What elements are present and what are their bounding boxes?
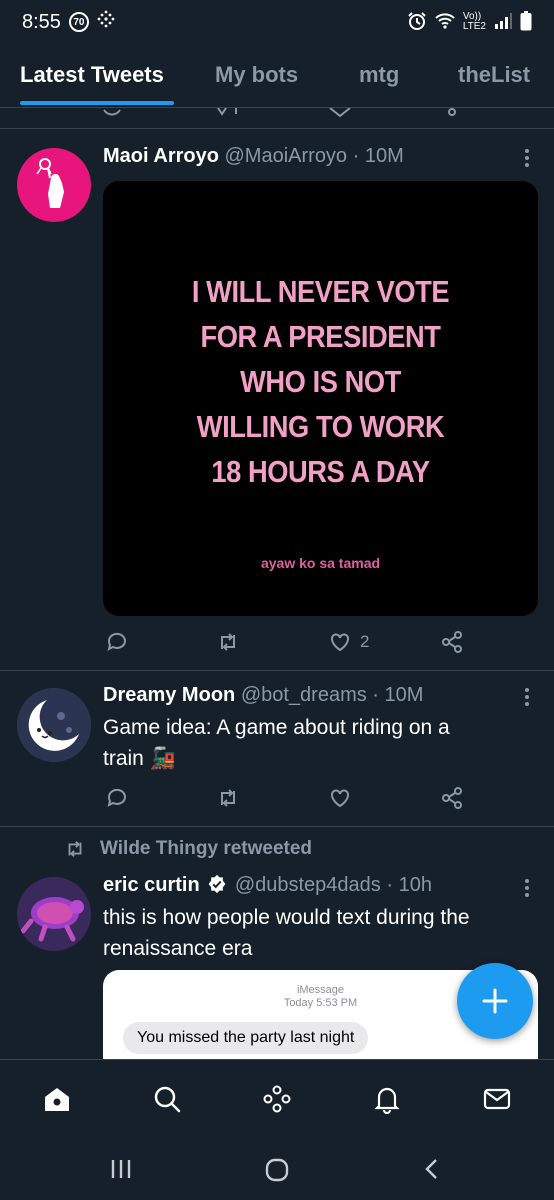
separator-dot: · <box>352 145 360 167</box>
tab-thelist[interactable]: theList <box>458 62 530 88</box>
system-home-icon <box>265 1158 289 1182</box>
display-name[interactable]: Maoi Arroyo <box>103 145 219 167</box>
tab-latest-tweets[interactable]: Latest Tweets <box>20 62 164 88</box>
verified-badge-icon <box>208 874 226 894</box>
home-icon <box>45 1088 69 1111</box>
messages-tab[interactable] <box>482 1084 512 1114</box>
battery-icon <box>520 10 532 34</box>
user-handle[interactable]: @dubstep4dads <box>235 874 381 896</box>
search-tab[interactable] <box>152 1084 182 1114</box>
wifi-icon <box>435 12 455 33</box>
tweet-text-line: Game idea: A game about riding on a <box>103 716 450 739</box>
bell-icon <box>374 1087 400 1115</box>
tweet-header: eric curtin @dubstep4dads · 10h <box>103 874 432 897</box>
avatar[interactable] <box>17 148 91 222</box>
notifications-tab[interactable] <box>372 1084 402 1115</box>
image-text-line: FOR A PRESIDENT <box>200 319 441 354</box>
tweet-text: Game idea: A game about riding on a trai… <box>103 712 450 774</box>
image-credit-text: ayaw ko sa tamad <box>260 555 381 571</box>
display-name[interactable]: Dreamy Moon <box>103 684 235 706</box>
search-icon <box>154 1086 181 1113</box>
tweet-divider <box>0 128 554 129</box>
system-navigation <box>0 1139 554 1200</box>
home-tab[interactable] <box>42 1084 72 1114</box>
separator-dot: · <box>386 874 394 896</box>
tweet-divider <box>0 670 554 671</box>
alarm-icon <box>407 11 427 34</box>
active-tab-indicator <box>20 101 174 105</box>
message-bubble: You missed the party last night <box>123 1022 369 1054</box>
network-label: Vo)) LTE2 <box>463 12 486 32</box>
status-time: 8:55 <box>22 10 61 33</box>
share-icon <box>442 631 462 653</box>
recent-apps-button[interactable] <box>109 1157 133 1186</box>
more-options-icon[interactable] <box>515 876 539 900</box>
image-quote-text: I WILL NEVER VOTE FOR A PRESIDENT WHO IS… <box>129 269 512 494</box>
tweet-text-line: train 🚂 <box>103 747 176 770</box>
reply-icon <box>107 788 126 807</box>
retweet-icon <box>221 633 235 651</box>
bottom-navigation <box>0 1059 554 1139</box>
tweet-time: 10h <box>398 874 432 896</box>
heart-icon <box>331 633 349 652</box>
image-text-line: WHO IS NOT <box>240 364 401 399</box>
compose-plus-icon <box>482 988 508 1014</box>
retweeted-by-text: Wilde Thingy retweeted <box>100 838 313 859</box>
avatar[interactable] <box>17 877 91 951</box>
retweet-button[interactable] <box>216 627 240 657</box>
reply-button[interactable] <box>105 783 129 813</box>
timeline-tabs: Latest Tweets My bots mtg theList <box>0 52 554 106</box>
reply-button[interactable] <box>105 627 129 657</box>
like-button[interactable] <box>328 783 352 813</box>
more-options-icon[interactable] <box>515 685 539 709</box>
display-name[interactable]: eric curtin <box>103 874 200 896</box>
user-handle[interactable]: @MaoiArroyo <box>225 145 348 167</box>
back-button[interactable] <box>420 1157 444 1186</box>
status-bar: 8:55 70 Vo)) LTE2 <box>0 0 554 44</box>
notification-count-badge: 70 <box>68 12 89 32</box>
network-lte: LTE2 <box>462 21 486 32</box>
compose-tweet-button[interactable] <box>457 963 533 1039</box>
tweet-header: Maoi Arroyo @MaoiArroyo · 10M <box>103 145 404 168</box>
retweet-icon <box>221 789 235 807</box>
tweet-text-line: renaissance era <box>103 937 253 960</box>
avatar[interactable] <box>17 688 91 762</box>
tweet-image[interactable]: I WILL NEVER VOTE FOR A PRESIDENT WHO IS… <box>103 181 538 616</box>
reply-icon <box>107 632 126 651</box>
tweet-time: 10M <box>364 145 404 167</box>
like-button[interactable]: 2 <box>328 627 369 657</box>
tab-my-bots[interactable]: My bots <box>215 62 298 88</box>
tweet-header: Dreamy Moon @bot_dreams · 10M <box>103 684 423 707</box>
back-chevron-icon <box>425 1159 437 1179</box>
signal-icon <box>494 12 512 32</box>
tweet-actions <box>103 783 483 813</box>
image-text-line: 18 HOURS A DAY <box>211 454 430 489</box>
heart-icon <box>331 789 349 808</box>
dots-grid-icon <box>97 10 115 34</box>
tweet-text: this is how people would text during the… <box>103 902 470 964</box>
previous-tweet-actions <box>0 108 554 118</box>
spaces-tab[interactable] <box>262 1084 292 1114</box>
like-count: 2 <box>360 632 370 651</box>
tweet-text-line: this is how people would text during the <box>103 906 470 929</box>
spaces-icon <box>263 1085 291 1113</box>
image-text-line: I WILL NEVER VOTE <box>191 274 450 309</box>
separator-dot: · <box>372 684 379 706</box>
tweet-time: 10M <box>384 684 424 706</box>
retweeted-by-row[interactable]: Wilde Thingy retweeted <box>64 838 312 860</box>
home-system-button[interactable] <box>264 1157 290 1188</box>
share-button[interactable] <box>440 783 464 813</box>
tweet-divider <box>0 826 554 827</box>
image-text-line: WILLING TO WORK <box>196 409 445 444</box>
mail-icon <box>483 1088 511 1110</box>
tab-mtg[interactable]: mtg <box>359 62 399 88</box>
more-options-icon[interactable] <box>515 146 539 170</box>
share-icon <box>442 787 462 809</box>
share-button[interactable] <box>440 627 464 657</box>
user-handle[interactable]: @bot_dreams <box>241 684 367 706</box>
tweet-actions: 2 <box>103 627 483 657</box>
recent-apps-icon <box>111 1160 131 1178</box>
retweet-button[interactable] <box>216 783 240 813</box>
retweet-icon <box>68 841 82 857</box>
